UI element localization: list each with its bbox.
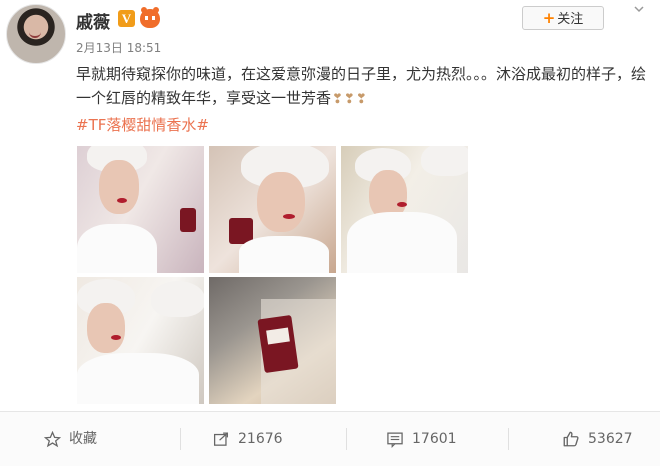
praying-hands-icon: ❣ <box>332 92 343 107</box>
action-bar: 收藏 21676 17601 53627 <box>0 411 660 466</box>
post-time[interactable]: 2月13日 18:51 <box>76 39 161 56</box>
verified-badge-icon[interactable]: V <box>118 10 135 27</box>
post-photo[interactable] <box>341 146 468 273</box>
avatar-smile <box>29 31 41 38</box>
post-photo[interactable] <box>77 146 204 273</box>
follow-label: 关注 <box>557 12 584 27</box>
post-photo[interactable] <box>209 146 336 273</box>
follow-button[interactable]: + 关注 <box>522 6 604 30</box>
post-photo[interactable] <box>77 277 204 404</box>
post-photo[interactable] <box>209 277 336 404</box>
divider <box>180 428 181 450</box>
comment-icon <box>387 431 403 448</box>
post-text: 早就期待窥探你的味道，在这爱意弥漫的日子里，尤为热烈。。。沐浴成最初的样子，绘一… <box>76 62 648 112</box>
thumbs-up-icon <box>563 431 579 447</box>
hashtag-link[interactable]: #TF落樱甜情香水# <box>76 114 209 135</box>
repost-count: 21676 <box>238 431 283 447</box>
favorite-button[interactable]: 收藏 <box>44 412 97 466</box>
divider <box>346 428 347 450</box>
chevron-down-icon[interactable] <box>634 4 644 14</box>
comment-button[interactable]: 17601 <box>386 412 457 466</box>
divider <box>508 428 509 450</box>
praying-hands-icon: ❣ <box>355 92 367 107</box>
favorite-label: 收藏 <box>69 431 97 447</box>
comment-count: 17601 <box>412 431 457 447</box>
star-icon <box>44 430 61 447</box>
member-icon[interactable] <box>140 7 160 28</box>
praying-hands-icon: ❣ <box>343 92 355 107</box>
username[interactable]: 戚薇 <box>76 8 110 33</box>
like-button[interactable]: 53627 <box>562 412 633 466</box>
repost-icon <box>213 431 229 446</box>
repost-button[interactable]: 21676 <box>212 412 283 466</box>
avatar[interactable] <box>6 4 66 64</box>
like-count: 53627 <box>588 431 633 447</box>
plus-icon: + <box>542 9 556 27</box>
